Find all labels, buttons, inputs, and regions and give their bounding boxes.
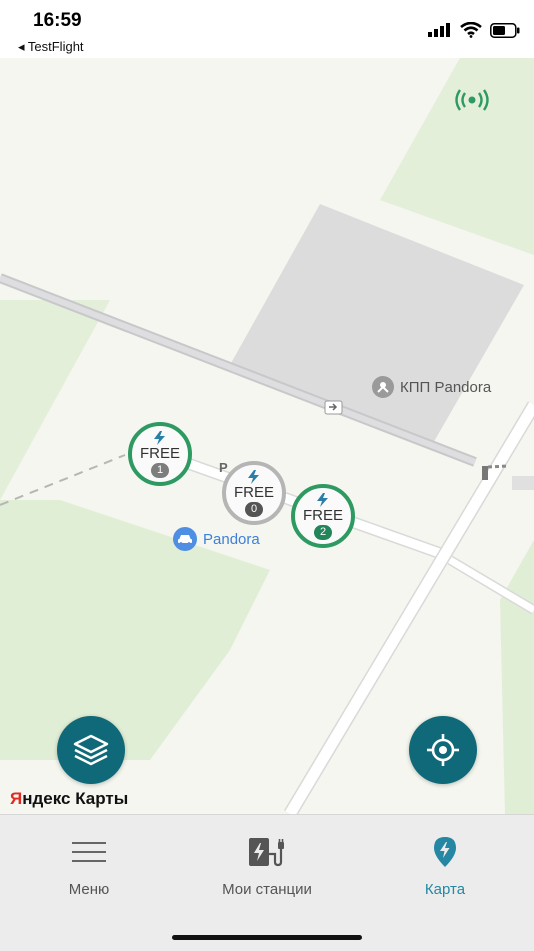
back-to-app-link[interactable]: ◂ TestFlight bbox=[18, 39, 84, 55]
station-status-label: FREE bbox=[233, 483, 274, 501]
station-status-label: FREE bbox=[139, 444, 180, 462]
tab-my-stations[interactable]: Мои станции bbox=[178, 815, 356, 915]
layers-icon bbox=[73, 734, 109, 766]
yandex-maps-attribution[interactable]: Яндекс Карты bbox=[10, 789, 128, 809]
tab-my-stations-label: Мои станции bbox=[222, 881, 312, 898]
station-count-badge: 2 bbox=[314, 524, 332, 540]
poi-pandora-label: Pandora bbox=[203, 530, 260, 548]
tab-menu[interactable]: Меню bbox=[0, 815, 178, 915]
yandex-logo-letter: Я bbox=[10, 789, 23, 808]
charging-bolt-icon bbox=[248, 469, 259, 484]
battery-icon bbox=[490, 22, 520, 38]
station-status-label: FREE bbox=[302, 506, 343, 524]
crosshair-icon bbox=[427, 734, 459, 766]
yandex-attribution-text: ндекс Карты bbox=[22, 789, 129, 808]
poi-kpp-label: КПП Pandora bbox=[400, 378, 492, 396]
charging-station-icon bbox=[249, 838, 284, 867]
status-bar: 16:59 ◂ TestFlight bbox=[0, 0, 534, 58]
map-background bbox=[0, 58, 534, 814]
wifi-icon bbox=[460, 22, 482, 38]
car-icon bbox=[173, 527, 197, 551]
checkpoint-icon bbox=[372, 376, 394, 398]
menu-icon bbox=[72, 842, 106, 862]
poi-kpp-pandora[interactable]: КПП Pandora bbox=[372, 376, 491, 398]
status-icons bbox=[428, 22, 520, 38]
locate-me-button[interactable] bbox=[409, 716, 477, 784]
charging-station-marker[interactable]: FREE 2 bbox=[291, 484, 355, 548]
station-count-badge: 1 bbox=[151, 462, 169, 478]
layers-button[interactable] bbox=[57, 716, 125, 784]
charging-station-marker[interactable]: FREE 1 bbox=[128, 422, 192, 486]
bottom-tab-bar: Меню Мои станции Карта bbox=[0, 814, 534, 951]
live-signal-icon bbox=[455, 89, 489, 111]
poi-pandora[interactable]: Pandora bbox=[173, 527, 260, 551]
tab-map[interactable]: Карта bbox=[356, 815, 534, 915]
charging-bolt-icon bbox=[154, 430, 165, 445]
charging-bolt-icon bbox=[317, 492, 328, 507]
charging-station-marker[interactable]: FREE 0 bbox=[222, 461, 286, 525]
tab-map-label: Карта bbox=[424, 881, 466, 898]
tab-menu-label: Меню bbox=[68, 881, 110, 898]
station-count-badge: 0 bbox=[245, 501, 263, 517]
map-pin-icon bbox=[434, 837, 456, 867]
cellular-signal-icon bbox=[428, 23, 450, 37]
status-time: 16:59 bbox=[33, 10, 82, 31]
map-view[interactable]: КПП Pandora P Pandora FREE 1 FREE 0 FREE… bbox=[0, 58, 534, 814]
parking-label: P bbox=[219, 460, 228, 475]
home-indicator[interactable] bbox=[172, 935, 362, 940]
